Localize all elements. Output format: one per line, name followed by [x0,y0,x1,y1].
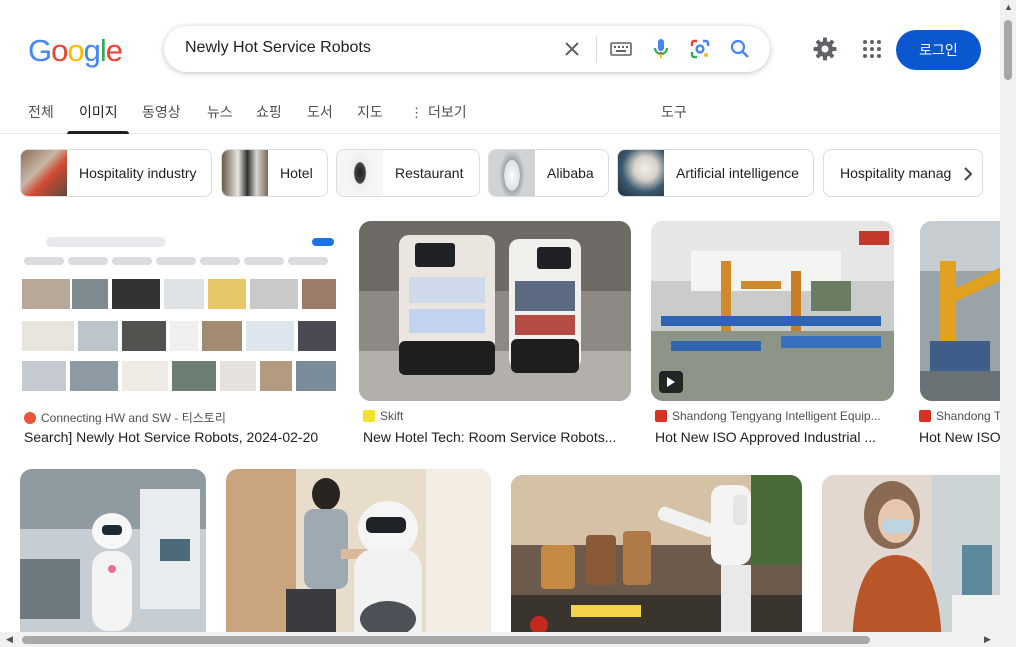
result-thumbnail[interactable] [20,469,206,647]
clear-icon[interactable] [560,37,584,61]
logo-letter: G [28,33,52,68]
image-result[interactable]: Skift New Hotel Tech: Room Service Robot… [359,221,631,451]
play-video-icon [659,371,683,393]
tab-news[interactable]: 뉴스 [207,102,233,134]
tab-books[interactable]: 도서 [307,102,333,134]
result-thumbnail[interactable] [651,221,894,401]
result-source[interactable]: Connecting HW and SW - 티스토리 [24,409,226,426]
chip-thumbnail [337,150,383,196]
logo-letter: o [51,33,68,68]
favicon [655,410,667,422]
chip-alibaba[interactable]: Alibaba [488,149,609,197]
result-thumbnail[interactable] [511,475,802,647]
logo-letter: o [67,33,84,68]
image-result[interactable]: Shandong Tengyang Intelligent Equip... H… [651,221,894,451]
horizontal-scrollbar[interactable]: ◀ ▶ [0,632,1000,647]
chip-label: Restaurant [395,165,464,181]
scroll-left-arrow-icon[interactable]: ◀ [6,634,13,645]
search-tabs: 전체 이미지 동영상 뉴스 쇼핑 도서 지도 ⋮ 더보기 도구 [0,96,1000,134]
horizontal-scroll-thumb[interactable] [22,636,870,644]
result-source-text: Connecting HW and SW - 티스토리 [41,411,226,425]
chip-thumbnail [21,150,67,196]
search-box[interactable]: Newly Hot Service Robots [164,26,770,72]
search-query-text[interactable]: Newly Hot Service Robots [185,39,371,57]
tab-images[interactable]: 이미지 [67,102,129,134]
image-result[interactable]: Connecting HW and SW - 티스토리 Search] Newl… [20,221,339,451]
apps-grid-icon[interactable] [860,37,884,61]
chip-hotel[interactable]: Hotel [221,149,328,197]
tab-videos[interactable]: 동영상 [142,102,181,134]
favicon [919,410,931,422]
favicon [363,410,375,422]
favicon [24,411,36,424]
chip-hospitality-industry[interactable]: Hospitality industry [20,149,212,197]
chevron-right-icon[interactable] [954,160,982,188]
image-result[interactable] [226,469,491,647]
lens-icon[interactable] [688,37,712,61]
chip-thumbnail [489,150,535,196]
result-title[interactable]: Hot New ISO [919,429,1000,445]
result-title[interactable]: New Hotel Tech: Room Service Robots... [363,429,631,445]
tab-more[interactable]: ⋮ 더보기 [410,102,467,134]
result-source-text: Shandong Tengyang Intelligent Equip... [672,409,881,423]
chip-label: Hospitality manag [840,165,952,181]
logo-letter: g [83,33,101,68]
login-button[interactable]: 로그인 [896,30,981,70]
keyboard-icon[interactable] [609,37,633,61]
search-icon[interactable] [728,37,752,61]
result-thumbnail[interactable] [822,475,1016,647]
logo-letter: e [105,33,123,68]
chip-thumbnail [222,150,268,196]
result-source[interactable]: Shandong T [919,409,1000,423]
chip-label: Alibaba [547,165,594,181]
result-title[interactable]: Search] Newly Hot Service Robots, 2024-0… [24,429,339,445]
chip-restaurant[interactable]: Restaurant [336,149,480,197]
vertical-scrollbar[interactable]: ▲ [1000,0,1016,632]
search-divider [596,36,597,62]
image-result[interactable] [822,475,1016,647]
result-source[interactable]: Shandong Tengyang Intelligent Equip... [655,409,895,423]
tab-shopping[interactable]: 쇼핑 [256,102,282,134]
result-source-text: Skift [380,409,404,423]
more-vert-icon: ⋮ [410,105,423,120]
tab-all[interactable]: 전체 [28,102,54,134]
result-thumbnail[interactable] [359,221,631,401]
result-thumbnail[interactable] [20,221,339,401]
chip-label: Hospitality industry [79,165,197,181]
result-title[interactable]: Hot New ISO Approved Industrial ... [655,429,894,445]
google-logo[interactable]: Google [28,33,123,69]
result-source-text: Shandong T [936,409,1000,423]
result-thumbnail[interactable] [920,221,1000,401]
voice-search-icon[interactable] [649,37,673,61]
chip-label: Hotel [280,165,313,181]
chip-artificial-intelligence[interactable]: Artificial intelligence [617,149,814,197]
chip-label: Artificial intelligence [676,165,799,181]
settings-gear-icon[interactable] [812,36,838,62]
image-result[interactable] [511,475,802,647]
image-result[interactable]: Shandong T Hot New ISO [915,221,1000,451]
image-result[interactable] [20,469,206,647]
scroll-right-arrow-icon[interactable]: ▶ [984,634,991,645]
tab-more-label: 더보기 [428,104,467,120]
search-results-page: Google Newly Hot Service Robots 로그인 전체 이… [0,0,1016,647]
result-source[interactable]: Skift [363,409,403,423]
scroll-up-arrow-icon[interactable]: ▲ [1004,2,1013,12]
tools-button[interactable]: 도구 [661,102,687,134]
result-thumbnail[interactable] [226,469,491,647]
vertical-scroll-thumb[interactable] [1004,20,1012,80]
tab-maps[interactable]: 지도 [357,102,383,134]
chip-thumbnail [618,150,664,196]
